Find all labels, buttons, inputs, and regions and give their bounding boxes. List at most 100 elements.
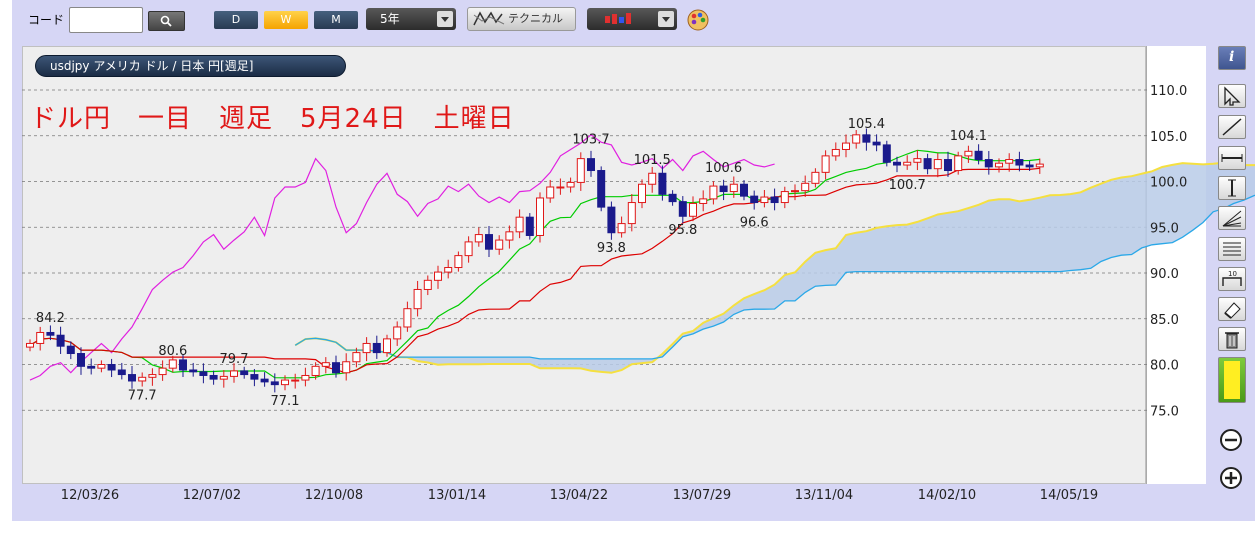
candle-body — [291, 379, 300, 382]
candle-body — [811, 171, 820, 184]
candle-body — [678, 201, 687, 217]
candle-body — [617, 223, 626, 234]
candle-body — [107, 364, 116, 371]
candle-body — [729, 183, 738, 193]
x-tick-label: 13/01/14 — [428, 488, 486, 503]
trendline-tool-button[interactable] — [1218, 115, 1246, 139]
fan-tool-button[interactable] — [1218, 206, 1246, 230]
candle-body — [138, 376, 147, 382]
candle-body — [46, 331, 55, 336]
candle-body — [1035, 163, 1044, 168]
price-annotation: 80.6 — [158, 344, 187, 359]
zoom-out-icon[interactable] — [1218, 427, 1244, 453]
x-tick-label: 13/04/22 — [550, 488, 608, 503]
y-tick-label: 95.0 — [1150, 221, 1179, 236]
candle-body — [240, 370, 249, 376]
candle-body — [872, 141, 881, 146]
y-tick-label: 100.0 — [1150, 176, 1187, 191]
candle-body — [383, 338, 391, 354]
vertical-line-tool-button[interactable] — [1218, 176, 1246, 200]
info-button[interactable]: i — [1218, 46, 1246, 70]
trash-icon — [1225, 332, 1239, 349]
candle-body — [87, 365, 96, 369]
cursor-tool-button[interactable] — [1218, 84, 1246, 108]
candle-body — [944, 159, 952, 172]
fibonacci-lines-icon — [1223, 242, 1241, 256]
candle-body — [546, 186, 555, 199]
price-annotation: 77.1 — [271, 394, 300, 409]
y-tick-label: 90.0 — [1150, 267, 1179, 282]
x-tick-label: 12/07/02 — [183, 488, 241, 503]
candle-body — [393, 326, 402, 340]
candle-body — [158, 367, 167, 376]
cursor-arrow-icon — [1224, 86, 1241, 106]
candle-body — [648, 172, 657, 185]
candle-body — [56, 334, 65, 347]
candle-body — [464, 241, 473, 257]
color-tool-button[interactable]: Color — [1218, 357, 1255, 403]
candle-body — [189, 369, 198, 373]
candle-body — [219, 375, 228, 380]
candle-body — [821, 155, 830, 173]
candle-body — [597, 170, 606, 208]
delete-tool-button[interactable] — [1218, 327, 1246, 351]
candle-body — [984, 159, 993, 168]
candle-body — [699, 198, 708, 204]
x-tick-label: 13/07/29 — [673, 488, 731, 503]
candle-body — [893, 161, 901, 166]
candle-body — [209, 374, 218, 380]
eraser-tool-button[interactable] — [1218, 297, 1246, 321]
candle-body — [974, 150, 983, 161]
candle-body — [148, 374, 157, 378]
candle-body — [199, 371, 208, 376]
candle-body — [638, 183, 646, 204]
candle-body — [801, 182, 810, 192]
candle-body — [913, 158, 922, 163]
price-annotation: 100.6 — [705, 161, 742, 176]
y-tick-label: 75.0 — [1150, 404, 1179, 419]
candle-body — [128, 374, 136, 382]
candle-body — [423, 279, 432, 290]
candle-body — [576, 158, 585, 183]
candle-body — [831, 148, 840, 157]
candle-body — [668, 193, 677, 203]
candle-body — [403, 308, 412, 328]
candle-body — [485, 234, 493, 250]
candle-body — [260, 378, 269, 383]
candle-body — [536, 197, 544, 236]
price-annotation: 104.1 — [950, 129, 987, 144]
vertical-line-icon — [1228, 179, 1236, 197]
candle-body — [760, 196, 769, 204]
candle-body — [168, 359, 177, 369]
candle-body — [97, 364, 106, 369]
candle-body — [332, 362, 340, 374]
horizontal-line-tool-button[interactable] — [1218, 146, 1246, 170]
y-tick-label: 80.0 — [1150, 359, 1179, 374]
measure-tool-button[interactable]: 10 — [1218, 267, 1246, 291]
y-tick-label: 105.0 — [1150, 130, 1187, 145]
candle-body — [842, 142, 850, 150]
zoom-in-icon[interactable] — [1218, 465, 1244, 491]
candle-body — [525, 216, 534, 236]
fibonacci-tool-button[interactable] — [1218, 237, 1246, 261]
svg-text:10: 10 — [1228, 270, 1237, 278]
candle-body — [770, 196, 779, 204]
candle-body — [954, 155, 963, 172]
candle-body — [321, 362, 330, 367]
candle-body — [495, 239, 504, 250]
trendline-icon — [1222, 118, 1242, 136]
y-tick-label: 110.0 — [1150, 84, 1187, 99]
price-annotation: 100.7 — [889, 178, 926, 193]
candle-body — [607, 206, 616, 234]
candle-body — [270, 381, 279, 386]
eraser-icon — [1224, 302, 1241, 319]
candle-body — [627, 202, 636, 225]
candle-body — [250, 374, 259, 380]
candle-body — [933, 159, 942, 170]
candle-body — [352, 352, 361, 363]
candle-body — [26, 342, 34, 348]
candle-body — [515, 216, 524, 233]
candle-body — [923, 158, 932, 170]
x-tick-label: 14/05/19 — [1040, 488, 1098, 503]
candle-body — [179, 359, 187, 371]
